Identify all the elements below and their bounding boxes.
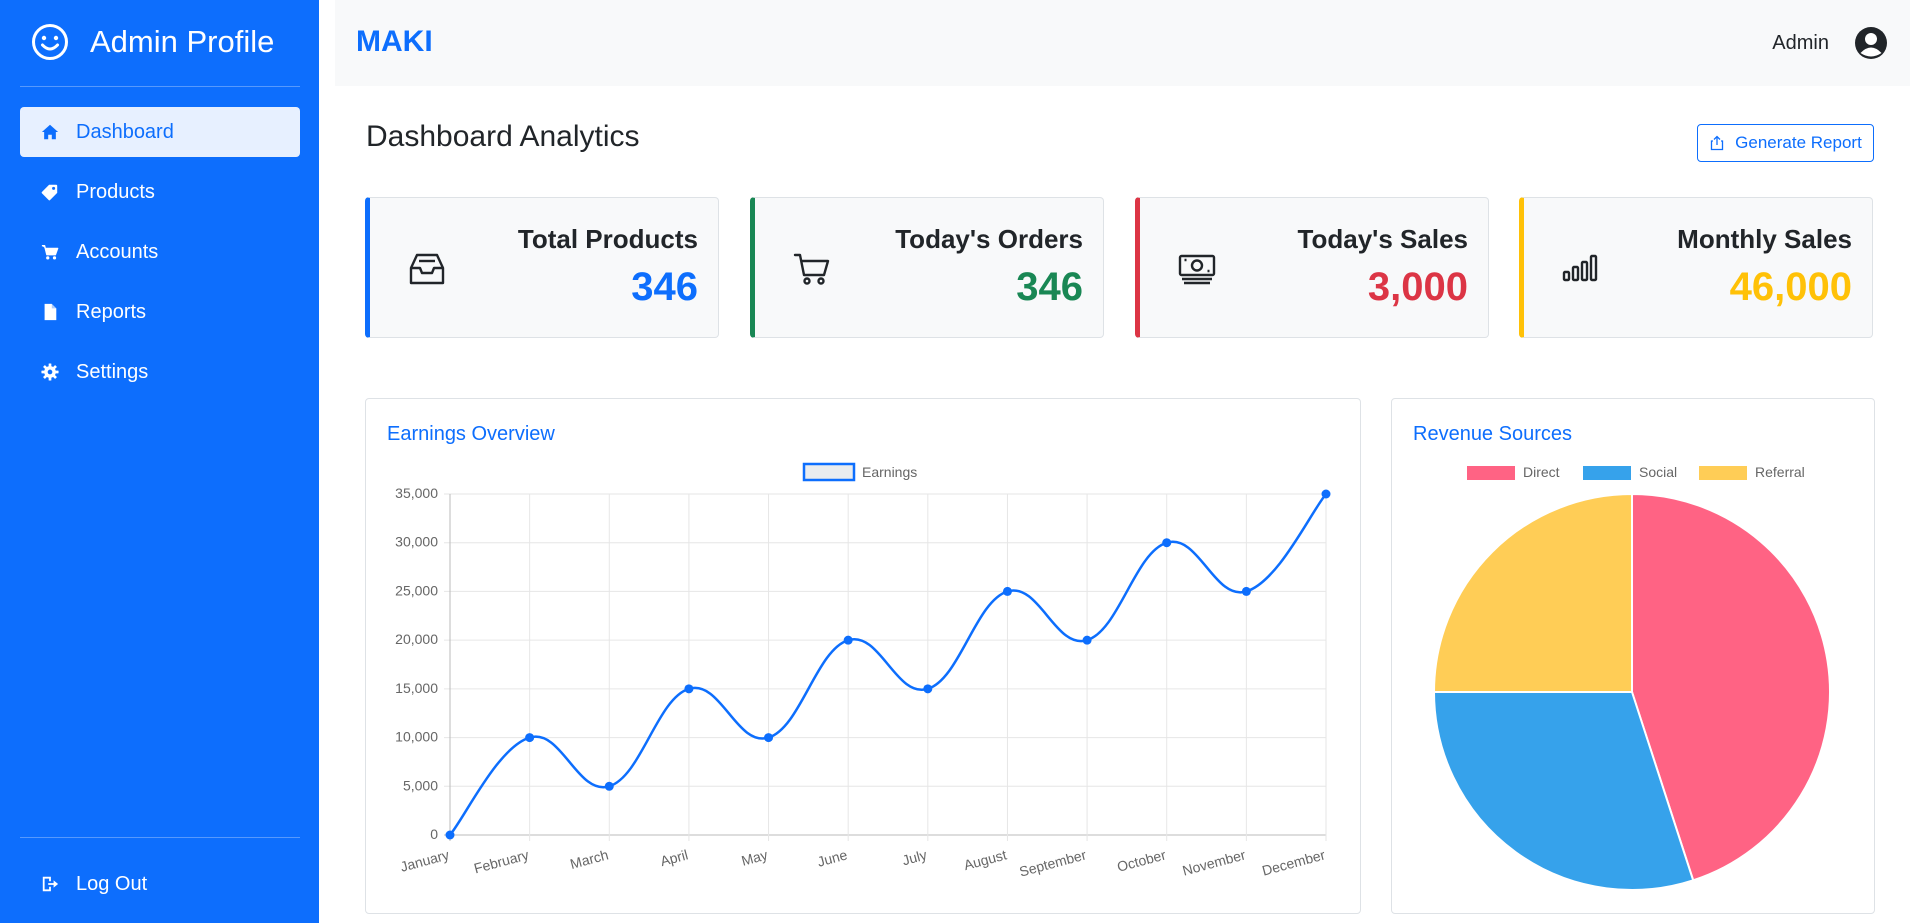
earnings-data-point <box>1162 538 1172 548</box>
tag-icon <box>40 182 60 202</box>
inbox-icon <box>408 250 446 288</box>
earnings-data-point <box>604 781 614 791</box>
legend-label: Social <box>1639 464 1677 480</box>
earnings-data-point <box>1082 635 1092 645</box>
generate-report-button[interactable]: Generate Report <box>1697 124 1874 162</box>
x-tick-label: January <box>399 846 451 874</box>
stat-value: 3,000 <box>1367 265 1468 309</box>
cash-icon <box>1178 250 1216 288</box>
cart-icon <box>793 250 831 288</box>
y-tick-label: 5,000 <box>403 777 438 793</box>
sidebar-item-reports[interactable]: Reports <box>20 287 300 337</box>
y-tick-label: 10,000 <box>395 729 438 745</box>
earnings-data-point <box>843 635 853 645</box>
y-tick-label: 0 <box>430 826 438 842</box>
file-icon <box>40 302 60 322</box>
x-tick-label: July <box>900 846 928 868</box>
bar-chart-icon <box>1562 250 1600 288</box>
x-tick-label: September <box>1018 846 1089 879</box>
logout-button[interactable]: Log Out <box>20 859 300 909</box>
x-tick-label: June <box>815 846 849 869</box>
y-tick-label: 20,000 <box>395 631 438 647</box>
legend-swatch <box>802 462 856 482</box>
sidebar-item-label: Accounts <box>76 240 159 263</box>
sidebar-nav: Dashboard Products Accounts Reports Sett… <box>20 107 300 407</box>
share-icon <box>1711 135 1724 151</box>
x-tick-label: March <box>568 846 610 872</box>
x-tick-label: October <box>1115 846 1168 874</box>
legend-label: Earnings <box>862 464 917 480</box>
cart-icon <box>40 242 60 262</box>
earnings-data-point <box>525 733 535 743</box>
brand: Admin Profile <box>30 22 274 62</box>
stat-card-monthly-sales: Monthly Sales 46,000 <box>1519 197 1873 338</box>
sidebar: Admin Profile Dashboard Products Account… <box>0 0 319 923</box>
sidebar-divider <box>20 837 300 838</box>
earnings-line-chart: 0 5,000 10,000 15,000 20,000 25,000 30,000 35,0… <box>395 462 1331 880</box>
logout-label: Log Out <box>76 872 148 895</box>
x-tick-label: December <box>1260 846 1327 878</box>
stat-label: Total Products <box>517 224 698 254</box>
stat-card-todays-orders: Today's Orders 346 <box>750 197 1104 338</box>
sidebar-item-dashboard[interactable]: Dashboard <box>20 107 300 157</box>
earnings-data-point <box>1241 586 1251 596</box>
stat-card-todays-sales: Today's Sales 3,000 <box>1135 197 1489 338</box>
y-tick-label: 25,000 <box>395 582 438 598</box>
user-avatar-icon[interactable] <box>1854 26 1888 60</box>
stat-value: 46,000 <box>1729 265 1852 309</box>
legend-label: Referral <box>1755 464 1805 480</box>
legend-label: Direct <box>1523 464 1560 480</box>
y-tick-label: 30,000 <box>395 534 438 550</box>
revenue-pie-chart: Direct Social Referral <box>1432 464 1831 891</box>
earnings-data-point <box>684 684 694 694</box>
logout-icon <box>40 874 60 894</box>
stat-value: 346 <box>631 265 698 309</box>
sidebar-item-settings[interactable]: Settings <box>20 347 300 397</box>
stat-card-total-products: Total Products 346 <box>365 197 719 338</box>
pie-slice-referral <box>1432 492 1633 693</box>
sidebar-item-label: Products <box>76 180 155 203</box>
earnings-data-point <box>764 733 774 743</box>
earnings-data-point <box>1321 489 1331 499</box>
sidebar-item-products[interactable]: Products <box>20 167 300 217</box>
x-tick-label: November <box>1181 846 1248 878</box>
sidebar-divider <box>20 86 300 87</box>
earnings-panel: Earnings Overview 0 5,000 10,000 15,000 20,0… <box>365 398 1361 914</box>
y-tick-label: 15,000 <box>395 680 438 696</box>
smiley-icon <box>30 22 70 62</box>
stat-label: Monthly Sales <box>1677 224 1852 254</box>
x-tick-label: April <box>658 846 689 869</box>
legend-swatch <box>1699 466 1747 480</box>
earnings-data-point <box>923 684 933 694</box>
sidebar-title: Admin Profile <box>90 24 275 59</box>
gear-icon <box>40 362 60 382</box>
home-icon <box>40 122 60 142</box>
stat-label: Today's Sales <box>1297 224 1468 254</box>
legend-swatch <box>1467 466 1515 480</box>
earnings-data-point <box>445 830 455 840</box>
stat-value: 346 <box>1016 265 1083 309</box>
y-tick-label: 35,000 <box>395 485 438 501</box>
user-name[interactable]: Admin <box>1772 32 1829 55</box>
x-tick-label: May <box>740 846 770 868</box>
earnings-series-line <box>449 493 1327 836</box>
x-tick-label: August <box>962 846 1008 873</box>
sidebar-item-label: Dashboard <box>76 120 174 143</box>
legend-swatch <box>1583 466 1631 480</box>
revenue-panel: Revenue Sources Direct Social Referral <box>1391 398 1875 914</box>
app-logo[interactable]: MAKI <box>356 25 433 59</box>
top-navbar: MAKI Admin <box>335 0 1910 86</box>
sidebar-item-label: Reports <box>76 300 147 323</box>
x-tick-label: February <box>472 846 530 876</box>
earnings-data-point <box>1002 586 1012 596</box>
sidebar-item-label: Settings <box>76 360 149 383</box>
generate-report-label: Generate Report <box>1735 133 1862 152</box>
page-title: Dashboard Analytics <box>366 120 640 153</box>
stat-label: Today's Orders <box>895 224 1083 254</box>
sidebar-item-accounts[interactable]: Accounts <box>20 227 300 277</box>
